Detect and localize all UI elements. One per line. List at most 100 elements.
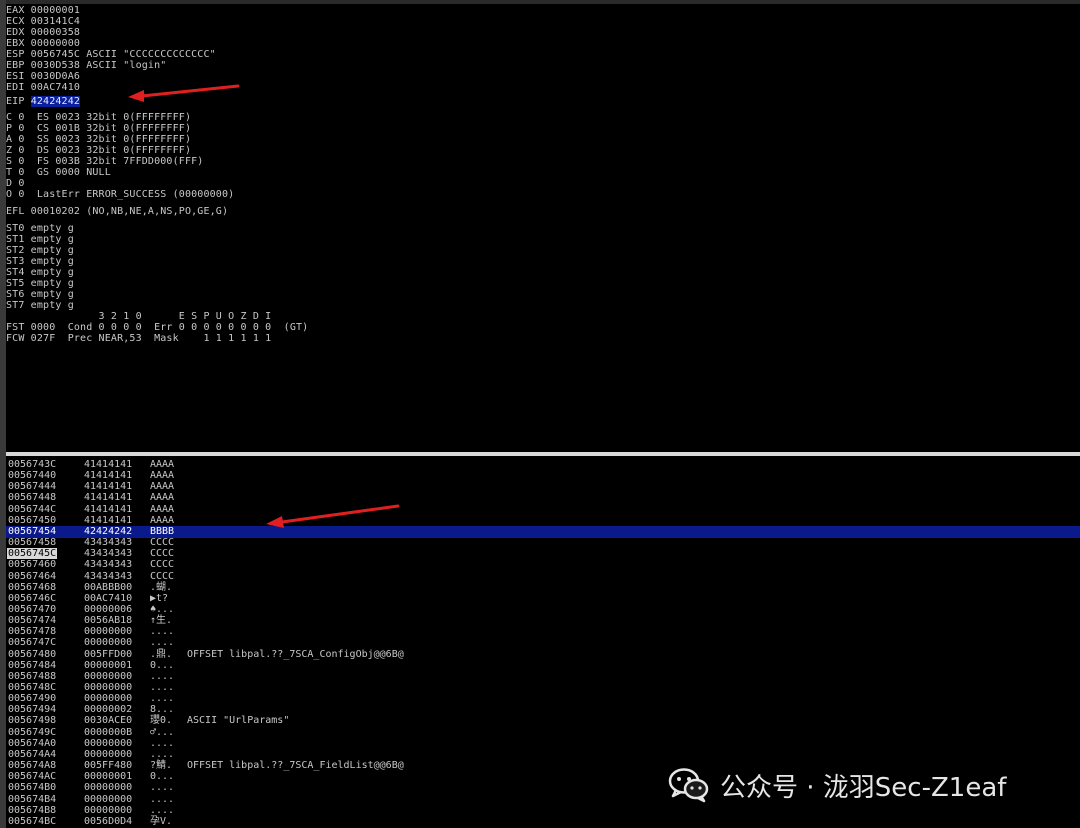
- stack-address: 0056743C: [8, 459, 57, 470]
- stack-value: 00000001: [84, 771, 133, 783]
- stack-ascii: ....: [150, 626, 175, 638]
- stack-row[interactable]: 0056748C 00000000....: [6, 682, 1080, 693]
- flag-segment-line: P 0 CS 001B 32bit 0(FFFFFFFF): [6, 123, 192, 134]
- stack-row[interactable]: 0056745C 43434343 CCCC: [6, 548, 1080, 560]
- stack-row[interactable]: 00567470 00000006 ♠...: [6, 604, 1080, 615]
- stack-ascii: ↑生.: [150, 615, 173, 627]
- stack-ascii: BBBB: [150, 525, 175, 537]
- stack-ascii: AAAA: [150, 492, 175, 504]
- stack-row[interactable]: 00567498 0030ACE0 瓔0. ASCII "UrlParams": [6, 715, 1080, 726]
- stack-address: 00567480: [8, 648, 57, 660]
- stack-address: 005674A8: [8, 760, 57, 772]
- stack-value: 41414141: [84, 459, 133, 470]
- stack-value: 00000000: [84, 793, 133, 805]
- stack-row[interactable]: 0056744C 41414141 AAAA: [6, 504, 1080, 515]
- stack-ascii: ?鯖.: [150, 760, 173, 772]
- registers-pane[interactable]: EAX 00000001 ECX 003141C4 EDX 00000358 EBX …: [6, 4, 1080, 452]
- register-line: EDX 00000358: [6, 27, 81, 38]
- stack-ascii: 孕V.: [150, 815, 173, 827]
- stack-address: 00567470: [8, 603, 57, 615]
- stack-address: 0056748C: [8, 682, 57, 693]
- stack-value: 43434343: [84, 548, 133, 560]
- register-line: ESP 0056745C ASCII "CCCCCCCCCCCCC": [6, 49, 216, 60]
- stack-value: 0000000B: [84, 726, 133, 738]
- stack-row[interactable]: 0056747C 00000000....: [6, 637, 1080, 648]
- stack-row[interactable]: 00567450 41414141 AAAA: [6, 515, 1080, 526]
- stack-comment: ASCII "UrlParams": [187, 715, 290, 727]
- eip-register-line[interactable]: EIP 42424242: [6, 96, 81, 107]
- stack-ascii: AAAA: [150, 503, 175, 515]
- watermark-text: 公众号 · 泷羽Sec-Z1eaf: [720, 772, 1007, 803]
- fpu-register-line: ST3 empty g: [6, 256, 74, 267]
- stack-ascii: .蝴.: [150, 581, 173, 593]
- stack-value: 00000000: [84, 737, 133, 749]
- fst-line: FST 0000 Cond 0 0 0 0 Err 0 0 0 0 0 0 0 …: [6, 322, 309, 333]
- stack-value: 41414141: [84, 470, 133, 482]
- stack-row[interactable]: 005674BC 0056D0D4 孕V.: [6, 816, 1080, 827]
- stack-value: 00000002: [84, 704, 133, 716]
- stack-ascii: CCCC: [150, 570, 175, 582]
- stack-row[interactable]: 005674A0 00000000....: [6, 738, 1080, 749]
- stack-address: 00567488: [8, 670, 57, 682]
- stack-row[interactable]: 00567480 005FFD00 .鼎. OFFSET libpal.??_7SCA…: [6, 649, 1080, 660]
- stack-address: 00567444: [8, 481, 57, 493]
- stack-address: 0056745C: [7, 548, 58, 560]
- stack-row[interactable]: 00567464 43434343 CCCC: [6, 571, 1080, 582]
- stack-ascii: CCCC: [150, 537, 175, 549]
- stack-ascii: ▶t?: [150, 592, 169, 604]
- stack-value: 00000000: [84, 626, 133, 638]
- fpu-register-line: ST5 empty g: [6, 278, 74, 289]
- stack-row[interactable]: 0056743C 41414141 AAAA: [6, 459, 1080, 470]
- register-line: EBX 00000000: [6, 38, 81, 49]
- stack-ascii: ♠...: [150, 603, 175, 615]
- stack-row[interactable]: 00567484 00000001 0...: [6, 660, 1080, 671]
- stack-ascii: 0...: [150, 659, 175, 671]
- stack-value: 00000000: [84, 748, 133, 760]
- stack-row[interactable]: 0056749C 0000000B ♂...: [6, 727, 1080, 738]
- stack-ascii: AAAA: [150, 470, 175, 482]
- stack-value: 00000000: [84, 693, 133, 705]
- stack-address: 005674A4: [8, 748, 57, 760]
- stack-value: 00000001: [84, 659, 133, 671]
- stack-row[interactable]: 00567474 0056AB18 ↑生.: [6, 615, 1080, 626]
- register-line: EBP 0030D538 ASCII "login": [6, 60, 167, 71]
- stack-row[interactable]: 00567488 00000000....: [6, 671, 1080, 682]
- stack-value: 0030ACE0: [84, 715, 133, 727]
- flag-segment-line: D 0: [6, 178, 25, 189]
- stack-address: 00567484: [8, 659, 57, 671]
- stack-address: 00567474: [8, 615, 57, 627]
- stack-value: 00ABBB00: [84, 581, 133, 593]
- stack-row[interactable]: 00567458 43434343 CCCC: [6, 537, 1080, 548]
- stack-row[interactable]: 00567448 41414141 AAAA: [6, 492, 1080, 503]
- stack-row[interactable]: 00567468 00ABBB00 .蝴.: [6, 582, 1080, 593]
- fcw-line: FCW 027F Prec NEAR,53 Mask 1 1 1 1 1 1: [6, 333, 272, 344]
- stack-row[interactable]: 00567460 43434343 CCCC: [6, 559, 1080, 570]
- stack-value: 43434343: [84, 559, 133, 571]
- stack-ascii: ♂...: [150, 726, 175, 738]
- stack-ascii: ....: [150, 748, 175, 760]
- stack-row[interactable]: 00567494 00000002 8...: [6, 704, 1080, 715]
- stack-row[interactable]: 00567444 41414141 AAAA: [6, 481, 1080, 492]
- stack-ascii: 瓔0.: [150, 715, 173, 727]
- stack-value: 00000000: [84, 670, 133, 682]
- stack-value: 00AC7410: [84, 592, 133, 604]
- stack-ascii: CCCC: [150, 559, 175, 571]
- flag-segment-line: A 0 SS 0023 32bit 0(FFFFFFFF): [6, 134, 192, 145]
- stack-row[interactable]: 00567478 00000000....: [6, 626, 1080, 637]
- stack-row[interactable]: 0056746C 00AC7410 ▶t?: [6, 593, 1080, 604]
- stack-address: 005674A0: [8, 737, 57, 749]
- eip-value[interactable]: 42424242: [30, 96, 81, 107]
- stack-row[interactable]: 00567440 41414141 AAAA: [6, 470, 1080, 481]
- stack-value: 41414141: [84, 514, 133, 526]
- stack-row[interactable]: 005674A4 00000000....: [6, 749, 1080, 760]
- stack-value: 41414141: [84, 492, 133, 504]
- stack-ascii: 0...: [150, 771, 175, 783]
- stack-address: 0056749C: [8, 726, 57, 738]
- stack-ascii: CCCC: [150, 548, 175, 560]
- stack-address: 0056744C: [8, 503, 57, 515]
- stack-ascii: 8...: [150, 704, 175, 716]
- flag-segment-line: T 0 GS 0000 NULL: [6, 167, 111, 178]
- fpu-register-line: ST4 empty g: [6, 267, 74, 278]
- stack-row[interactable]: 00567490 00000000....: [6, 693, 1080, 704]
- stack-value: 00000000: [84, 682, 133, 693]
